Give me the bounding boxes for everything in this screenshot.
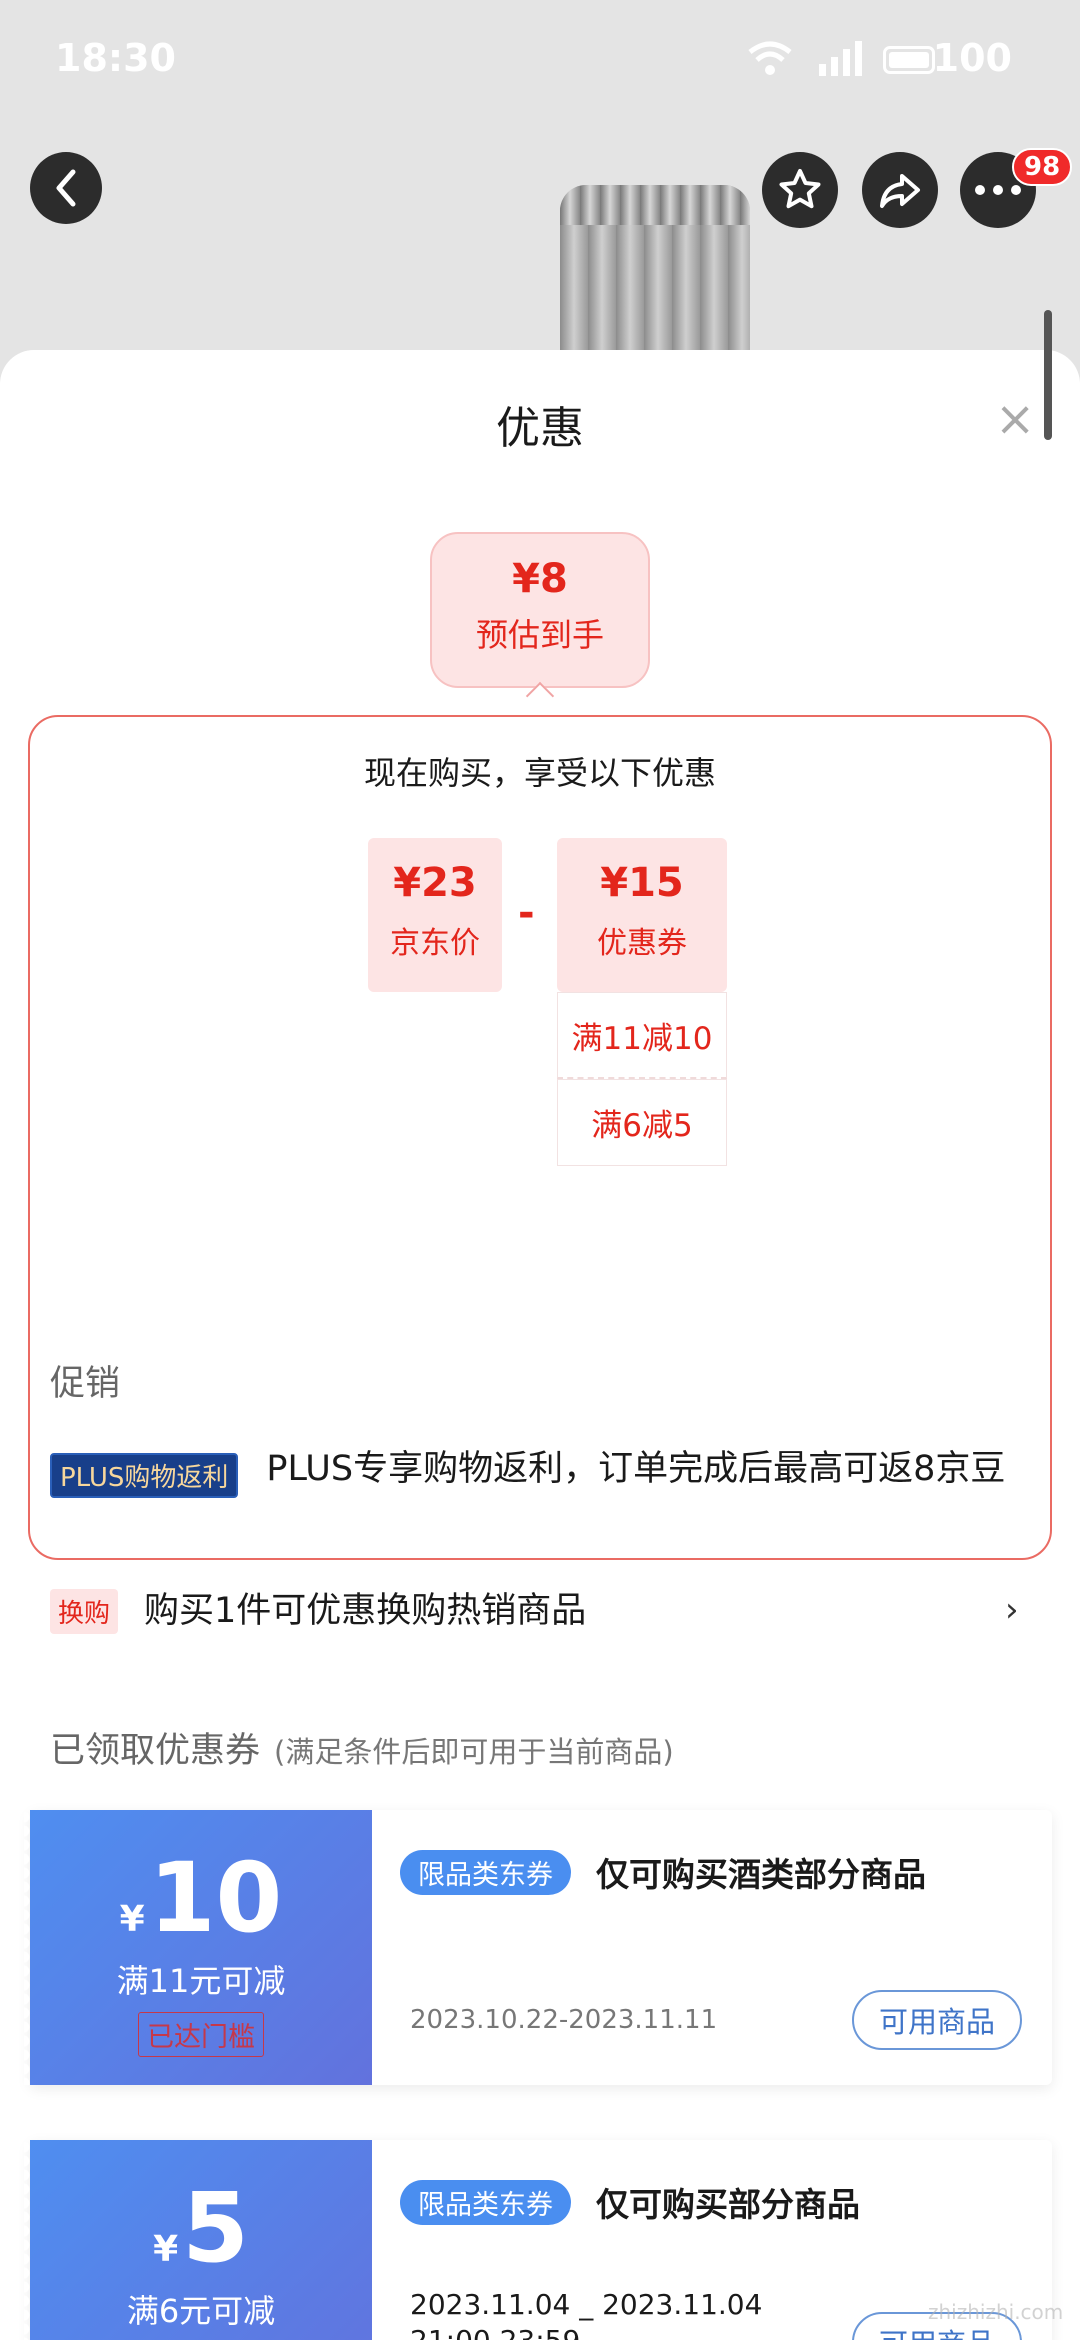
estimated-price-box: ¥8 预估到手 [430, 532, 650, 688]
minus-sign: - [518, 890, 535, 936]
star-icon [779, 169, 821, 209]
coupon-validity: 2023.10.22-2023.11.11 [410, 2005, 718, 2035]
coupon-card: ¥5 满6元可减 限品类东券 仅可购买部分商品 2023.11.04 _ 202… [24, 2140, 1052, 2340]
favorite-button[interactable] [762, 152, 838, 228]
sub-coupon-item: 满6减5 [557, 1079, 727, 1166]
swap-text: 购买1件可优惠换购热销商品 [144, 1591, 587, 1631]
coupon-total-price: ¥15 [600, 860, 684, 906]
more-dots-icon [975, 185, 1021, 195]
owned-coupons-title: 已领取优惠券 [50, 1731, 261, 1771]
coupon-amount-row: ¥10 [30, 1850, 372, 1946]
jd-price-card: ¥23 京东价 [368, 838, 502, 992]
status-time: 18:30 [55, 36, 176, 80]
status-bar: 18:30 100 [0, 0, 1080, 120]
discount-sheet: 优惠 × ¥8 预估到手 现在购买，享受以下优惠 ¥23 京东价 - ¥15 优… [0, 350, 1080, 2340]
signal-icon [817, 40, 865, 76]
watermark: zhizhizhi.com [928, 2300, 1064, 2324]
chevron-left-icon [56, 169, 76, 207]
coupon-condition: 满11元可减 [116, 1962, 286, 2000]
coupon-category-tag: 限品类东券 [400, 1850, 571, 1895]
coupon-description: 仅可购买酒类部分商品 [596, 1855, 926, 1894]
owned-coupons-heading: 已领取优惠券 (满足条件后即可用于当前商品) [50, 1722, 674, 1773]
coupon-amount: 5 [182, 2172, 249, 2284]
close-icon[interactable]: × [995, 395, 1035, 443]
estimated-price: ¥8 [512, 556, 568, 602]
coupon-value-panel: ¥5 满6元可减 [24, 2140, 372, 2340]
share-button[interactable] [862, 152, 938, 228]
notification-badge: 98 [1012, 148, 1073, 186]
promotions-title: 促销 [50, 1364, 121, 1404]
plus-rebate-text: PLUS专享购物返利，订单完成后最高可返8京豆 [266, 1449, 1006, 1489]
coupon-currency: ¥ [153, 2229, 179, 2270]
deal-box [28, 715, 1052, 1560]
owned-coupons-subtitle: (满足条件后即可用于当前商品) [274, 1735, 674, 1769]
share-icon [880, 174, 920, 208]
scrollbar[interactable] [1044, 310, 1052, 440]
battery-icon [883, 46, 935, 74]
back-button[interactable] [30, 152, 102, 224]
deal-title: 现在购买，享受以下优惠 [363, 754, 716, 792]
plus-rebate-tag: PLUS购物返利 [50, 1453, 239, 1498]
coupon-validity-dates: 2023.11.04 _ 2023.11.04 [410, 2288, 763, 2321]
wifi-icon [745, 38, 795, 78]
coupon-description: 仅可购买部分商品 [596, 2185, 860, 2224]
coupon-validity-times: 21:00 23:59 [410, 2324, 580, 2340]
coupon-condition: 满6元可减 [126, 2292, 276, 2330]
swap-tag: 换购 [50, 1588, 119, 1634]
coupon-currency: ¥ [119, 1899, 145, 1940]
promo-row-swap[interactable]: 换购 购买1件可优惠换购热销商品 [50, 1587, 1030, 1635]
coupon-amount-row: ¥5 [30, 2180, 372, 2276]
chevron-right-icon[interactable]: › [1005, 1590, 1019, 1630]
coupon-value-panel: ¥10 满11元可减 已达门槛 [24, 1810, 372, 2085]
coupon-card: ¥10 满11元可减 已达门槛 限品类东券 仅可购买酒类部分商品 2023.10… [24, 1810, 1052, 2085]
threshold-reached-badge: 已达门槛 [138, 2012, 264, 2057]
product-cap-image [560, 185, 750, 225]
sub-coupon-item: 满11减10 [557, 992, 727, 1079]
coupon-total-label: 优惠券 [597, 926, 687, 961]
coupon-amount: 10 [148, 1842, 283, 1954]
jd-price: ¥23 [393, 860, 477, 906]
jd-price-label: 京东价 [390, 926, 480, 961]
coupon-total-card: ¥15 优惠券 [557, 838, 727, 992]
eligible-products-button[interactable]: 可用商品 [852, 1990, 1022, 2050]
sheet-title: 优惠 [496, 403, 584, 454]
coupon-category-tag: 限品类东券 [400, 2180, 571, 2225]
promo-row-plus: PLUS购物返利 PLUS专享购物返利，订单完成后最高可返8京豆 [50, 1445, 1030, 1498]
battery-level: 100 [932, 36, 1012, 80]
estimated-label: 预估到手 [475, 616, 604, 654]
